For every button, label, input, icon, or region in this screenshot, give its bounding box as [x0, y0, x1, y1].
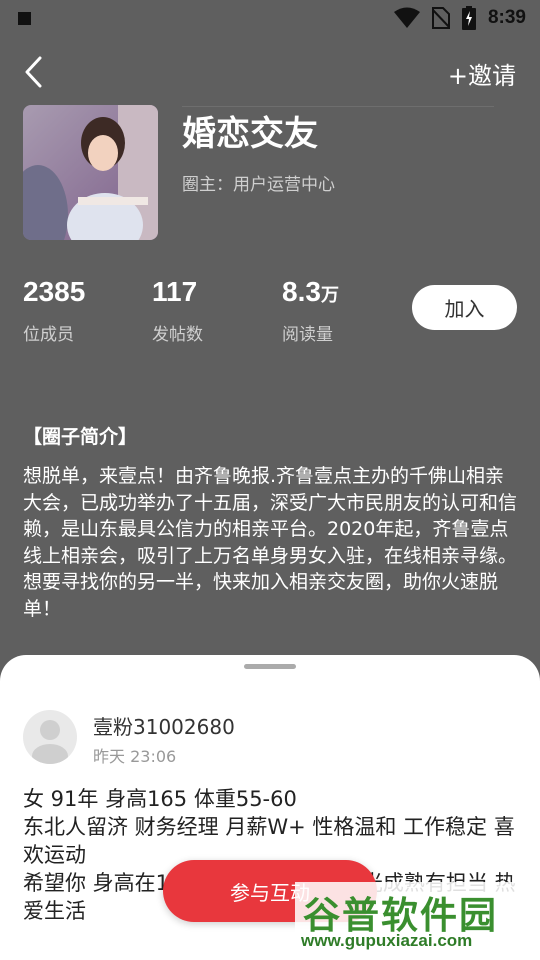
stat-label: 阅读量 [282, 325, 333, 345]
group-title: 婚恋交友 [182, 114, 318, 154]
stat-value: 8.3 [282, 276, 321, 307]
watermark-logo: 谷普软件园 www.gupuxiazai.com [295, 882, 540, 960]
stat-unit: 万 [320, 285, 339, 306]
watermark-url: www.gupuxiazai.com [301, 931, 473, 950]
stat-value: 117 [152, 276, 198, 307]
invite-button[interactable]: +邀请 [448, 56, 516, 91]
group-cover-image [23, 105, 158, 240]
stat-label: 位成员 [23, 325, 74, 345]
stat-posts: 117 发帖数 [152, 276, 203, 345]
post-line: 女 91年 身高165 体重55-60 [23, 787, 297, 811]
stat-value: 2385 [23, 276, 86, 307]
stat-label: 发帖数 [152, 325, 203, 345]
group-owner: 圈主：用户运营中心 [182, 175, 335, 195]
top-bar: +邀请 [0, 52, 540, 92]
battery-icon [461, 6, 476, 30]
post-time: 昨天 23:06 [93, 747, 177, 766]
user-placeholder-icon [32, 720, 68, 764]
no-sim-icon [431, 7, 450, 29]
stat-reads: 8.3万 阅读量 [282, 276, 339, 345]
wifi-icon [393, 7, 420, 28]
status-bar: 8:39 [0, 0, 540, 36]
notification-icon [18, 11, 31, 25]
drag-handle[interactable] [244, 664, 296, 669]
avatar[interactable] [23, 710, 77, 764]
clock: 8:39 [487, 7, 526, 28]
intro-heading: 【圈子简介】 [23, 426, 138, 448]
stat-members: 2385 位成员 [23, 276, 85, 345]
join-button[interactable]: 加入 [412, 285, 517, 330]
post-username[interactable]: 壹粉31002680 [93, 711, 235, 740]
back-arrow-icon[interactable] [22, 54, 52, 90]
intro-text: 想脱单，来壹点！由齐鲁晚报.齐鲁壹点主办的千佛山相亲大会，已成功举办了十五届，深… [23, 465, 518, 620]
